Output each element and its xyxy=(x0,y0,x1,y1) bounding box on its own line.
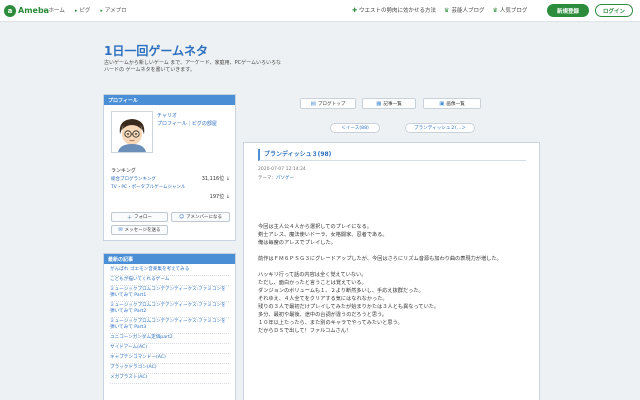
top-link-celebrity-blog[interactable]: ♛ 芸能人ブログ xyxy=(444,6,484,15)
blog-title[interactable]: 1日一回ゲームネタ xyxy=(104,42,208,59)
top-bar: a Ameba ▸ ホーム ▸ ピグ ▸ アメプロ ✚ ウエストの勢肉に効かせる方法 ♛… xyxy=(0,0,640,22)
user-icon: ☺ xyxy=(179,214,185,220)
image-list-tab[interactable]: ▣ 画像一覧 xyxy=(423,98,481,109)
arrow-right-icon: ▸ xyxy=(44,8,47,14)
prev-article-link[interactable]: ＜イース(88) xyxy=(330,123,380,133)
ameba-logo-icon: a xyxy=(4,4,16,17)
list-item[interactable]: ユニコーンガンダム定価part2 xyxy=(110,334,229,344)
article-paragraph: 前作はＦＭ６ＰＳＧ３にグレードアップしたが、今回はさらにリズム音源も加わり曲の表… xyxy=(258,256,502,262)
profile-box: プロフィール チャリオ プロフィール｜ピグの部屋 ランキング 総合ブログランキン… xyxy=(103,94,236,241)
article: ブランディッシュ３(98) 2020-07-07 12:14:24 テーマ：パソ… xyxy=(243,142,540,400)
profile-heading: プロフィール xyxy=(104,95,235,105)
amember-button[interactable]: ☺ アメンバーになる xyxy=(171,212,230,222)
list-item[interactable]: こどもが描いてくれるゲーム xyxy=(110,276,229,286)
list-item[interactable]: メガブラスト(AC) xyxy=(110,374,229,384)
rank-genre-value: 197位 ↓ xyxy=(209,194,230,200)
article-paragraph: 今回は主人公４人から選択してのプレイになる。 剣士アレス、魔法使いドーラ、女格闘… xyxy=(258,224,388,246)
list-item[interactable]: ミュージックプロムコンテアンティークス:ファミコンを弾いてみて Part3 xyxy=(110,318,229,334)
article-date: 2020-07-07 12:14:24 xyxy=(258,167,306,172)
article-list-tab[interactable]: ▦ 記事一覧 xyxy=(362,98,416,109)
article-paragraph: ハッキリ行って話の内容は全く覚えていない。 ただし、面白かったと言うことは覚えて… xyxy=(258,272,440,334)
image-icon: ▣ xyxy=(439,100,445,107)
rank-overall-value: 31,116位 ↓ xyxy=(201,176,230,182)
top-link-popular-blog[interactable]: ♛ 人気ブログ xyxy=(492,6,527,15)
mail-icon: ✉ xyxy=(118,227,123,233)
ameba-logo[interactable]: a Ameba xyxy=(4,4,49,17)
message-button[interactable]: ✉ メッセージを送る xyxy=(111,225,168,235)
recent-posts-box: 最新の記事 がんばれ ゴエモン音楽集を考えてみる こどもが描いてくれるゲーム ミ… xyxy=(103,253,236,400)
book-icon: ▤ xyxy=(310,100,316,107)
list-item[interactable]: サイドアーム(AC) xyxy=(110,344,229,354)
crown-icon: ♛ xyxy=(444,6,450,14)
avatar-illustration xyxy=(112,112,152,152)
top-nav: ▸ ホーム ▸ ピグ ▸ アメプロ xyxy=(44,6,127,14)
top-link-waist[interactable]: ✚ ウエストの勢肉に効かせる方法 xyxy=(352,6,436,15)
blog-top-tab[interactable]: ▤ ブログトップ xyxy=(300,98,356,109)
arrow-right-icon: ▸ xyxy=(74,8,78,14)
follow-button[interactable]: ＋フォロー xyxy=(111,212,168,222)
recent-posts-list: がんばれ ゴエモン音楽集を考えてみる こどもが描いてくれるゲーム ミュージックプ… xyxy=(104,264,235,384)
list-item[interactable]: ミュージックプロムコンテアンティークス:ファミコンを弾いてみて Part1 xyxy=(110,286,229,302)
nav-pigg[interactable]: ▸ ピグ xyxy=(75,6,91,14)
list-item[interactable]: キャプテンコマンドー(AC) xyxy=(110,354,229,364)
list-icon: ▦ xyxy=(376,100,382,107)
crown-icon: ♛ xyxy=(492,6,498,14)
blog-description: 古いゲームから新しいゲーム まで、アーケード、家庭用、PCゲームいろいろなハード… xyxy=(104,60,281,73)
profile-name[interactable]: チャリオ xyxy=(157,112,177,119)
next-article-link[interactable]: ブランディッシュ２(…＞ xyxy=(405,123,475,133)
recent-posts-heading: 最新の記事 xyxy=(104,254,235,264)
register-button[interactable]: 新規登録 xyxy=(547,4,589,17)
article-theme: テーマ：パソゲー xyxy=(258,175,294,181)
list-item[interactable]: ブラックドラゴン(AC) xyxy=(110,364,229,374)
login-button[interactable]: ログイン xyxy=(595,4,633,17)
article-body: 今回は主人公４人から選択してのプレイになる。 剣士アレス、魔法使いドーラ、女格闘… xyxy=(258,223,530,335)
ranking-label: ランキング xyxy=(111,168,136,174)
profile-links[interactable]: プロフィール｜ピグの部屋 xyxy=(157,120,217,127)
list-item[interactable]: がんばれ ゴエモン音楽集を考えてみる xyxy=(110,266,229,276)
top-links: ✚ ウエストの勢肉に効かせる方法 ♛ 芸能人ブログ ♛ 人気ブログ xyxy=(352,6,527,15)
theme-label: テーマ： xyxy=(258,176,276,181)
article-title-bar: ブランディッシュ３(98) xyxy=(258,149,526,161)
rank-genre-label[interactable]: TV・PC・ポータブルゲームジャンル xyxy=(111,184,185,190)
plus-icon: ✚ xyxy=(352,6,358,14)
rank-overall-label[interactable]: 総合ブログランキング xyxy=(111,176,156,182)
nav-home[interactable]: ▸ ホーム xyxy=(44,6,65,14)
arrow-right-icon: ▸ xyxy=(100,8,103,14)
nav-amepro[interactable]: ▸ アメプロ xyxy=(100,6,126,14)
article-title[interactable]: ブランディッシュ３(98) xyxy=(264,151,331,158)
list-item[interactable]: ミュージックプロムコンテアンティークス:ファミコンを弾いてみて Part2 xyxy=(110,302,229,318)
avatar[interactable] xyxy=(111,111,153,153)
plus-icon: ＋ xyxy=(126,214,132,221)
theme-link[interactable]: パソゲー xyxy=(276,176,294,181)
